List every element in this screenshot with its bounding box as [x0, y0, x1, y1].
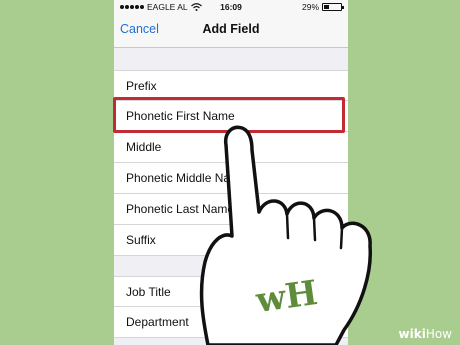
battery-icon [322, 3, 344, 11]
watermark-how: How [425, 327, 452, 341]
battery-percent: 29% [301, 2, 319, 12]
watermark-wiki: wiki [398, 327, 426, 341]
pointing-hand-icon: wH [199, 125, 372, 345]
wikihow-watermark: wikiHow [399, 327, 452, 341]
